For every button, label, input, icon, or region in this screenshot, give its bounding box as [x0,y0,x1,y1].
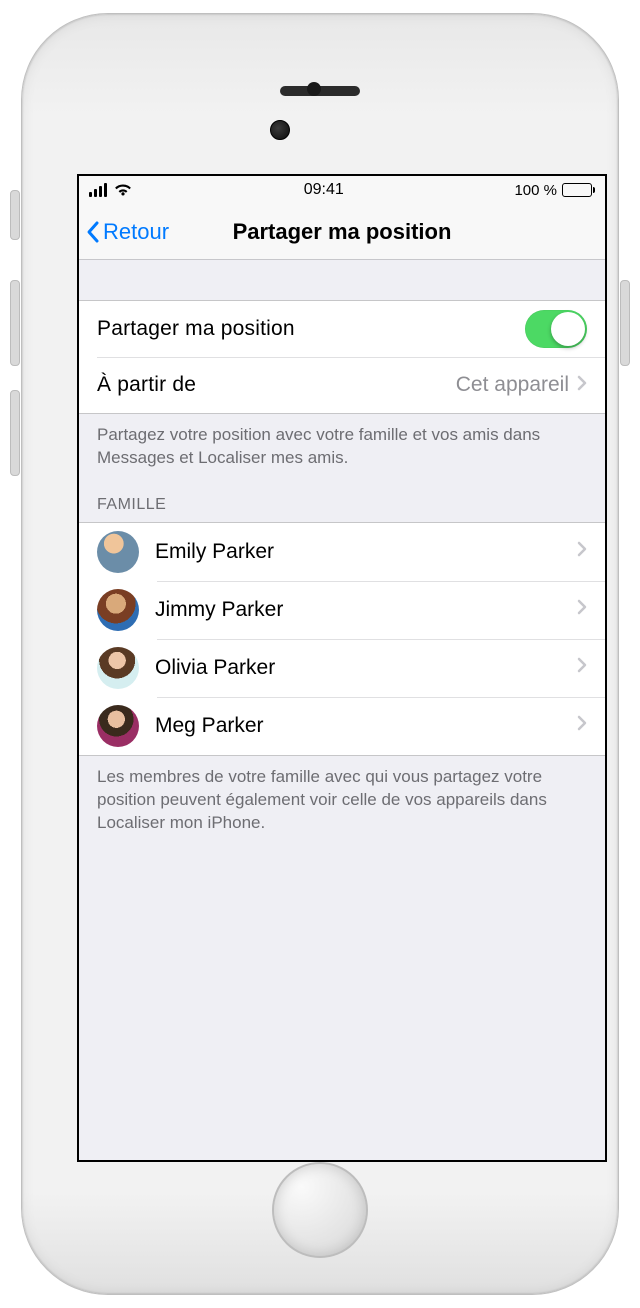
avatar [97,647,139,689]
screen: 09:41 100 % Retour Partager ma position [77,174,607,1162]
nav-bar: Retour Partager ma position [79,204,605,260]
chevron-right-icon [577,541,587,562]
chevron-right-icon [577,715,587,736]
wifi-icon [113,183,133,197]
chevron-left-icon [85,220,101,244]
share-group: Partager ma position À partir de Cet app… [79,300,605,414]
device-body: 09:41 100 % Retour Partager ma position [22,14,618,1294]
cellular-signal-icon [89,183,107,197]
volume-down-button [10,390,20,476]
family-footer-text: Les membres de votre famille avec qui vo… [79,756,605,835]
family-member-row[interactable]: Jimmy Parker [79,581,605,639]
family-member-name: Emily Parker [155,540,561,564]
family-member-name: Jimmy Parker [155,598,561,622]
family-section-header: FAMILLE [79,470,605,522]
family-member-name: Olivia Parker [155,656,561,680]
family-member-row[interactable]: Meg Parker [79,697,605,755]
chevron-right-icon [577,599,587,620]
share-from-label: À partir de [97,373,196,397]
device-frame: 09:41 100 % Retour Partager ma position [0,0,640,1308]
avatar [97,531,139,573]
front-camera [270,120,290,140]
battery-icon [562,183,595,197]
share-toggle-switch[interactable] [525,310,587,348]
family-member-name: Meg Parker [155,714,561,738]
status-bar: 09:41 100 % [79,176,605,204]
power-button [620,280,630,366]
family-member-row[interactable]: Olivia Parker [79,639,605,697]
share-toggle-label: Partager ma position [97,317,295,341]
content: Partager ma position À partir de Cet app… [79,260,605,1160]
mute-switch [10,190,20,240]
home-button[interactable] [272,1162,368,1258]
share-from-row[interactable]: À partir de Cet appareil [79,357,605,413]
back-label: Retour [103,219,169,245]
avatar [97,705,139,747]
family-member-row[interactable]: Emily Parker [79,523,605,581]
family-group: Emily Parker Jimmy Parker Olivia Parker [79,522,605,756]
proximity-sensor [307,82,321,96]
share-toggle-row[interactable]: Partager ma position [79,301,605,357]
back-button[interactable]: Retour [85,219,169,245]
chevron-right-icon [577,375,587,396]
battery-percent: 100 % [514,182,557,199]
chevron-right-icon [577,657,587,678]
avatar [97,589,139,631]
volume-up-button [10,280,20,366]
status-time: 09:41 [304,181,344,199]
share-from-value: Cet appareil [456,373,569,397]
share-footer-text: Partagez votre position avec votre famil… [79,414,605,470]
